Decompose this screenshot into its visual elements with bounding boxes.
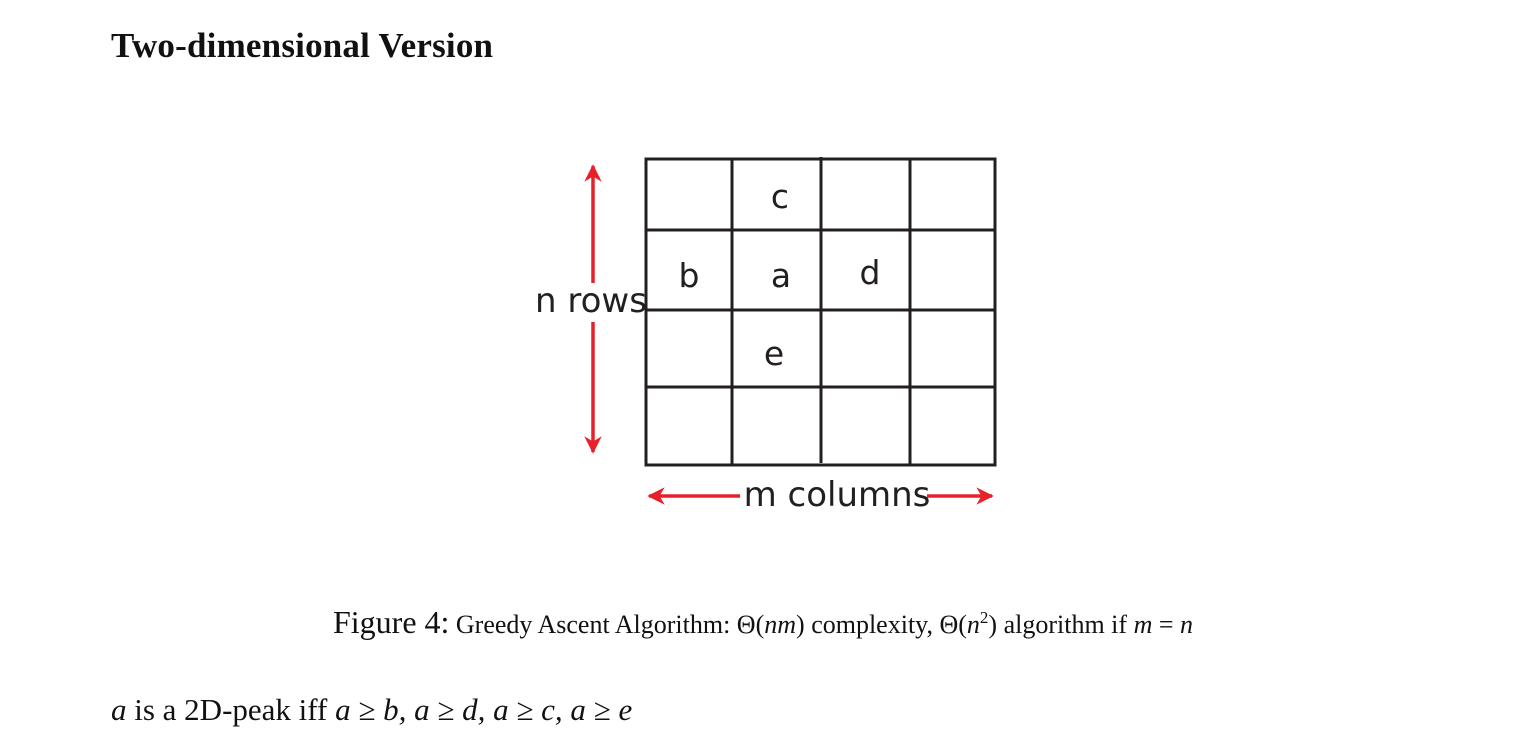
grid (644, 157, 997, 467)
cell-label-d: d (860, 253, 881, 292)
rows-label: n rows (535, 281, 647, 321)
caption-text: Greedy Ascent Algorithm: Θ( (455, 610, 765, 639)
cell-label-a: a (771, 256, 791, 295)
statement-text: is a 2D-peak iff (126, 692, 336, 727)
cell-label-e: e (764, 334, 784, 373)
statement-var-a: a (111, 692, 127, 727)
peak-definition: a is a 2D-peak iff a ≥ b, a ≥ d, a ≥ c, … (111, 692, 632, 728)
statement-condition: a ≥ b, a ≥ d, a ≥ c, a ≥ e (335, 692, 633, 727)
caption-text: ) algorithm if (988, 610, 1134, 639)
caption-var-n2: n (1180, 610, 1194, 639)
caption-var-m: m (1133, 610, 1153, 639)
cell-label-b: b (679, 256, 700, 295)
cell-label-c: c (771, 177, 789, 216)
caption-text: ) complexity, Θ( (796, 610, 967, 639)
caption-var-n: n (966, 610, 980, 639)
figure-caption: Figure 4: Greedy Ascent Algorithm: Θ(nm)… (0, 604, 1526, 641)
caption-equals: = (1152, 610, 1181, 639)
caption-var-nm: nm (764, 610, 797, 639)
caption-label: Figure 4: (332, 604, 450, 640)
columns-label: m columns (744, 475, 931, 515)
